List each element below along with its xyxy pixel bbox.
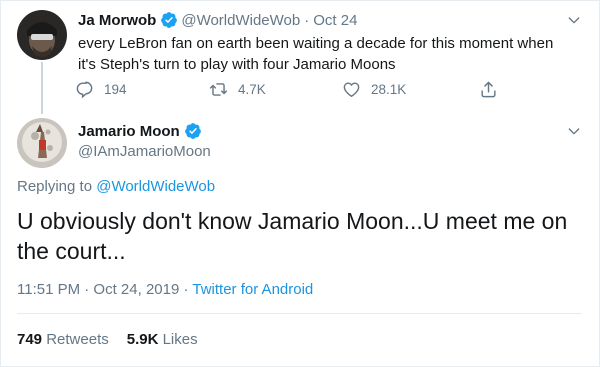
meta-separator: · [179,281,193,298]
reply-button[interactable]: 194 [75,80,209,99]
avatar-image [17,118,67,168]
reply-header: Jamario Moon [78,121,205,141]
retweet-count: 4.7K [238,81,266,97]
share-icon [481,81,496,97]
verified-badge-icon [161,12,178,28]
replying-to-label: Replying to [17,178,93,195]
engagement-stats: 749 Retweets 5.9K Likes [17,331,198,348]
retweets-count: 749 [17,331,43,348]
avatar[interactable] [17,118,67,168]
like-count: 28.1K [371,81,407,97]
retweets-stat[interactable]: 749 Retweets [17,331,109,348]
avatar[interactable] [17,10,67,60]
retweets-label: Retweets [46,331,109,348]
handle[interactable]: @IAmJamarioMoon [78,143,211,160]
display-name[interactable]: Ja Morwob [78,12,156,29]
chevron-down-icon[interactable] [566,12,582,28]
tweet-text: every LeBron fan on earth been waiting a… [78,35,554,73]
tweet-text: U obviously don't know Jamario Moon...U … [17,208,568,264]
chevron-down-icon[interactable] [566,123,582,139]
likes-stat[interactable]: 5.9K Likes [127,331,198,348]
reply-count: 194 [104,81,127,97]
thread-line [41,62,43,114]
verified-badge-icon [184,123,201,139]
avatar-image [17,10,67,60]
parent-tweet-header: Ja Morwob @WorldWideWob · Oct 24 [78,9,357,31]
reply-icon [76,81,93,98]
display-name[interactable]: Jamario Moon [78,123,180,140]
handle[interactable]: @WorldWideWob [181,12,300,29]
action-bar: 194 4.7K 28.1K [75,78,498,100]
replying-to: Replying to @WorldWideWob [17,178,215,195]
share-button[interactable] [479,80,498,99]
retweet-button[interactable]: 4.7K [209,80,342,99]
retweet-icon [209,82,228,96]
timestamp[interactable]: Oct 24 [313,12,357,29]
separator-dot: · [304,11,310,29]
likes-count: 5.9K [126,331,159,348]
replying-to-link[interactable]: @WorldWideWob [96,178,215,195]
tweet-meta: 11:51 PM · Oct 24, 2019 · Twitter for An… [17,281,313,298]
tweet-source-link[interactable]: Twitter for Android [192,281,313,298]
like-icon [343,81,360,97]
parent-tweet[interactable]: Ja Morwob @WorldWideWob · Oct 24 every L… [0,0,600,114]
divider [17,313,582,314]
like-button[interactable]: 28.1K [342,80,479,99]
likes-label: Likes [162,331,198,348]
tweet-timestamp[interactable]: 11:51 PM · Oct 24, 2019 [17,281,179,298]
